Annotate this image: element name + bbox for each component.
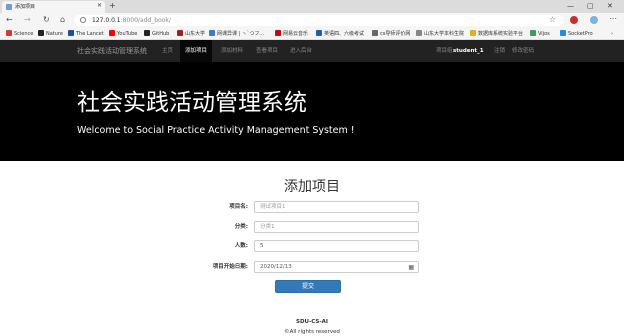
close-window-icon[interactable]: ✕ [607, 1, 613, 11]
bookmark-youtube[interactable]: YouTube [109, 30, 137, 38]
bookmark-icon [470, 30, 476, 36]
url-text: 127.0.0.1:8000/add_book/ [92, 16, 171, 25]
bookmark-sdu-undergrad[interactable]: 山东大学本科生院 [416, 30, 464, 38]
tab-title: 添加项目 [15, 4, 36, 10]
bookmark-label: GitHub [152, 31, 170, 37]
profile-avatar[interactable] [590, 16, 598, 24]
site-navbar: 社会实践活动管理系统 主页 添加项目 添加材料 查看项目 进入后台 项目组: s… [0, 40, 624, 62]
bookmark-icon [6, 30, 12, 36]
bookmark-label: 网易云音乐 [283, 31, 309, 37]
bookmark-star-icon[interactable]: ☆ [549, 15, 556, 25]
project-name-label: 项目名: [229, 204, 248, 210]
bookmark-label: YouTube [117, 31, 138, 37]
address-bar[interactable]: 127.0.0.1:8000/add_book/ ☆ [74, 15, 564, 26]
bookmark-db-lab[interactable]: 数据库系统实验平台 [470, 30, 523, 38]
extension-icon[interactable] [570, 16, 578, 24]
bookmark-sdu[interactable]: 山东大学 [177, 30, 205, 38]
bookmark-icon [530, 30, 536, 36]
bookmark-icon [144, 30, 150, 36]
bookmark-label: 数据库系统实验平台 [478, 31, 524, 37]
jumbotron-title: 社会实践活动管理系统 [77, 90, 307, 116]
bookmark-label: Science [14, 31, 34, 37]
bookmark-icon [416, 30, 422, 36]
bookmark-label: SocketPro [568, 31, 593, 37]
bookmark-icon [177, 30, 183, 36]
jumbotron-subtitle: Welcome to Social Practice Activity Mana… [77, 125, 355, 136]
project-name-input[interactable]: 测试项目1 [254, 201, 419, 213]
bookmark-label: 山东大学本科生院 [424, 31, 465, 37]
bookmark-cet[interactable]: 英语四、六级考试 [316, 30, 364, 38]
nav-view-project[interactable]: 查看项目 [256, 40, 278, 62]
bookmark-icon [275, 30, 281, 36]
minimize-icon[interactable]: — [567, 1, 574, 11]
bookmark-socketpro[interactable]: SocketPro [560, 30, 593, 38]
headcount-label: 人数: [234, 243, 248, 249]
bookmark-icon [372, 30, 378, 36]
footer-org: SDU-CS-AI [296, 319, 328, 325]
footer-copyright: ©All rights reserved [284, 329, 340, 335]
browser-tab[interactable]: 添加项目 ✕ [2, 1, 105, 13]
bookmark-label: The Lancet [76, 31, 104, 37]
bookmarks-bar: Science Nature The Lancet YouTube GitHub… [0, 28, 624, 40]
more-bookmarks-icon[interactable]: › [611, 30, 613, 38]
headcount-input[interactable]: 5 [254, 240, 419, 252]
user-prefix: 项目组: [436, 48, 455, 54]
user-name[interactable]: student_1 [453, 40, 484, 62]
nav-logout[interactable]: 注销 [494, 40, 505, 62]
bookmark-icon [209, 30, 215, 36]
bookmark-icon [560, 30, 566, 36]
nav-add-project[interactable]: 添加项目 [180, 40, 213, 62]
bookmark-label: cs导师评价网 [380, 31, 411, 37]
forward-icon[interactable]: → [24, 14, 31, 26]
close-tab-icon[interactable]: ✕ [97, 2, 102, 9]
reload-icon[interactable]: ↻ [43, 14, 50, 26]
page-favicon-icon [6, 4, 12, 10]
bookmark-github[interactable]: GitHub [144, 30, 169, 38]
calendar-icon[interactable]: ▦ [408, 263, 414, 273]
bookmark-online-course[interactable]: 网课异课 | ヽ`つフ... [209, 30, 264, 38]
maximize-icon[interactable]: ▢ [587, 1, 594, 11]
bookmark-nature[interactable]: Nature [38, 30, 63, 38]
start-date-value: 2020/12/13 [260, 264, 292, 270]
bookmark-icon [316, 30, 322, 36]
start-date-input[interactable]: 2020/12/13 ▦ [254, 261, 419, 273]
bookmark-cs-advisor[interactable]: cs导师评价网 [372, 30, 410, 38]
nav-change-password[interactable]: 修改密码 [512, 40, 534, 62]
bookmark-icon [38, 30, 44, 36]
home-icon[interactable]: ⌂ [60, 14, 65, 26]
bookmark-label: 网课异课 | ヽ`つフ... [217, 31, 265, 37]
category-label: 分类: [234, 224, 248, 230]
start-date-label: 项目开始日期: [212, 264, 248, 270]
bookmark-label: Nature [46, 31, 63, 37]
page-title: 添加项目 [284, 179, 340, 195]
site-brand[interactable]: 社会实践活动管理系统 [77, 40, 147, 62]
browser-menu-icon[interactable]: ⋯ [609, 13, 617, 25]
bookmark-label: 英语四、六级考试 [324, 31, 365, 37]
bookmark-icon [109, 30, 115, 36]
category-input[interactable]: 分类1 [254, 221, 419, 233]
bookmark-icon [68, 30, 74, 36]
submit-button[interactable]: 提交 [275, 280, 341, 293]
nav-home[interactable]: 主页 [162, 40, 173, 62]
nav-admin[interactable]: 进入后台 [290, 40, 312, 62]
bookmark-label: 山东大学 [185, 31, 206, 37]
url-host: 127.0.0.1 [92, 17, 121, 24]
site-info-icon[interactable] [80, 17, 86, 23]
bookmark-netease-music[interactable]: 网易云音乐 [275, 30, 308, 38]
bookmark-vijos[interactable]: Vijos [530, 30, 550, 38]
back-icon[interactable]: ← [6, 14, 13, 26]
nav-add-material[interactable]: 添加材料 [221, 40, 243, 62]
bookmark-science[interactable]: Science [6, 30, 33, 38]
new-tab-icon[interactable]: + [109, 1, 116, 11]
url-path: :8000/add_book/ [120, 17, 171, 24]
bookmark-lancet[interactable]: The Lancet [68, 30, 104, 38]
bookmark-label: Vijos [538, 31, 550, 37]
